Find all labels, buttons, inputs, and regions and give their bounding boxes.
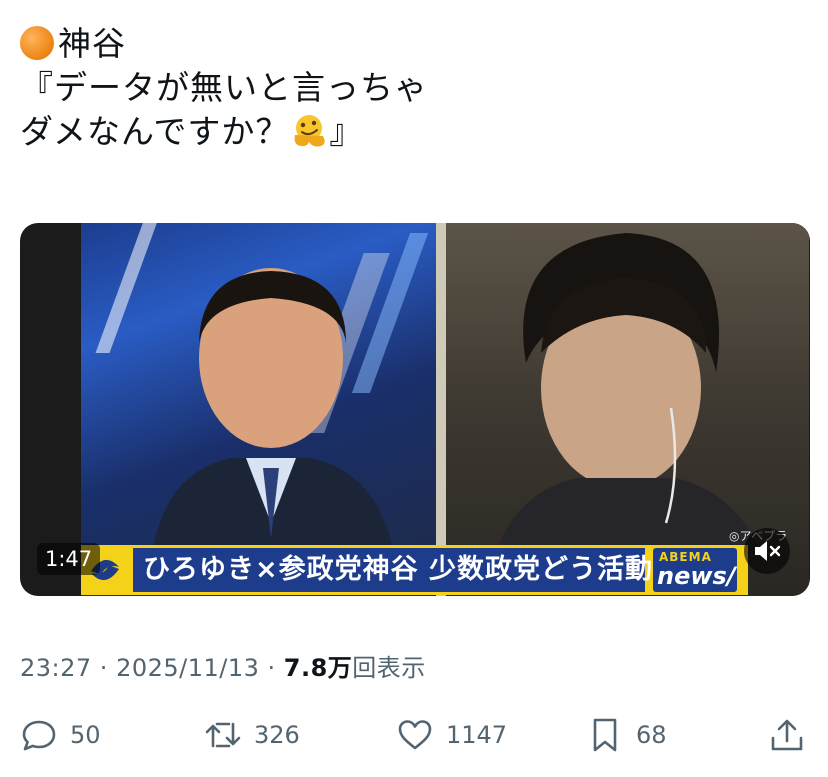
abema-logo-bottom: news/	[657, 562, 736, 590]
video-caption-bar: ひろゆき×参政党神谷 少数政党どう活動? ABEMA news/	[81, 545, 748, 595]
post-line-author: 神谷	[20, 22, 800, 66]
post-date[interactable]: 2025/11/13	[116, 654, 259, 682]
bookmark-icon	[593, 718, 617, 752]
orange-circle-icon	[20, 26, 54, 60]
video-caption: ひろゆき×参政党神谷 少数政党どう活動?	[133, 548, 669, 592]
bookmark-count: 68	[636, 721, 667, 749]
bookmark-button[interactable]: 68	[586, 712, 667, 758]
post-line-2: ダメなんですか？ 』	[20, 110, 800, 154]
video-panel-divider	[436, 223, 446, 596]
like-icon	[398, 720, 432, 750]
share-icon	[771, 719, 803, 751]
post-time[interactable]: 23:27	[20, 654, 92, 682]
video-duration: 1:47	[37, 543, 101, 575]
repost-button[interactable]: 326	[204, 712, 300, 758]
video-frame[interactable]: ◎アベプラ	[81, 223, 809, 596]
reply-icon	[22, 720, 56, 751]
melting-face-icon	[294, 115, 325, 147]
person-left-figure	[151, 268, 396, 563]
views-count: 7.8万	[283, 654, 353, 682]
post-line-2-close: 』	[329, 112, 364, 151]
reply-count: 50	[70, 721, 101, 749]
video-player[interactable]: ◎アベプラ ひろゆき×参政党神谷 少数政党どう活動? ABEMA news/ 1…	[20, 223, 810, 596]
share-button[interactable]	[768, 712, 806, 758]
meta-separator-1: ·	[91, 654, 117, 682]
abema-news-logo: ABEMA news/	[653, 548, 737, 592]
post-line-1: 『データが無いと言っちゃ	[20, 68, 428, 107]
like-button[interactable]: 1147	[396, 712, 507, 758]
post-meta: 23:27 · 2025/11/13 · 7.8万回表示	[20, 648, 426, 683]
mute-icon	[755, 541, 781, 561]
video-panel-left	[81, 223, 436, 596]
repost-count: 326	[254, 721, 300, 749]
post-line-2-text: ダメなんですか？	[20, 112, 290, 151]
meta-separator-2: ·	[259, 654, 284, 682]
mute-button[interactable]	[744, 528, 790, 574]
action-bar: 50 326 1147 68	[20, 712, 810, 758]
author-name: 神谷	[58, 24, 126, 63]
repost-icon	[205, 722, 241, 748]
person-right-figure	[496, 233, 761, 553]
post-text: 神谷 『データが無いと言っちゃ ダメなんですか？ 』	[20, 22, 800, 154]
like-count: 1147	[446, 721, 508, 749]
views-label: 回表示	[352, 654, 426, 682]
reply-button[interactable]: 50	[20, 712, 101, 758]
